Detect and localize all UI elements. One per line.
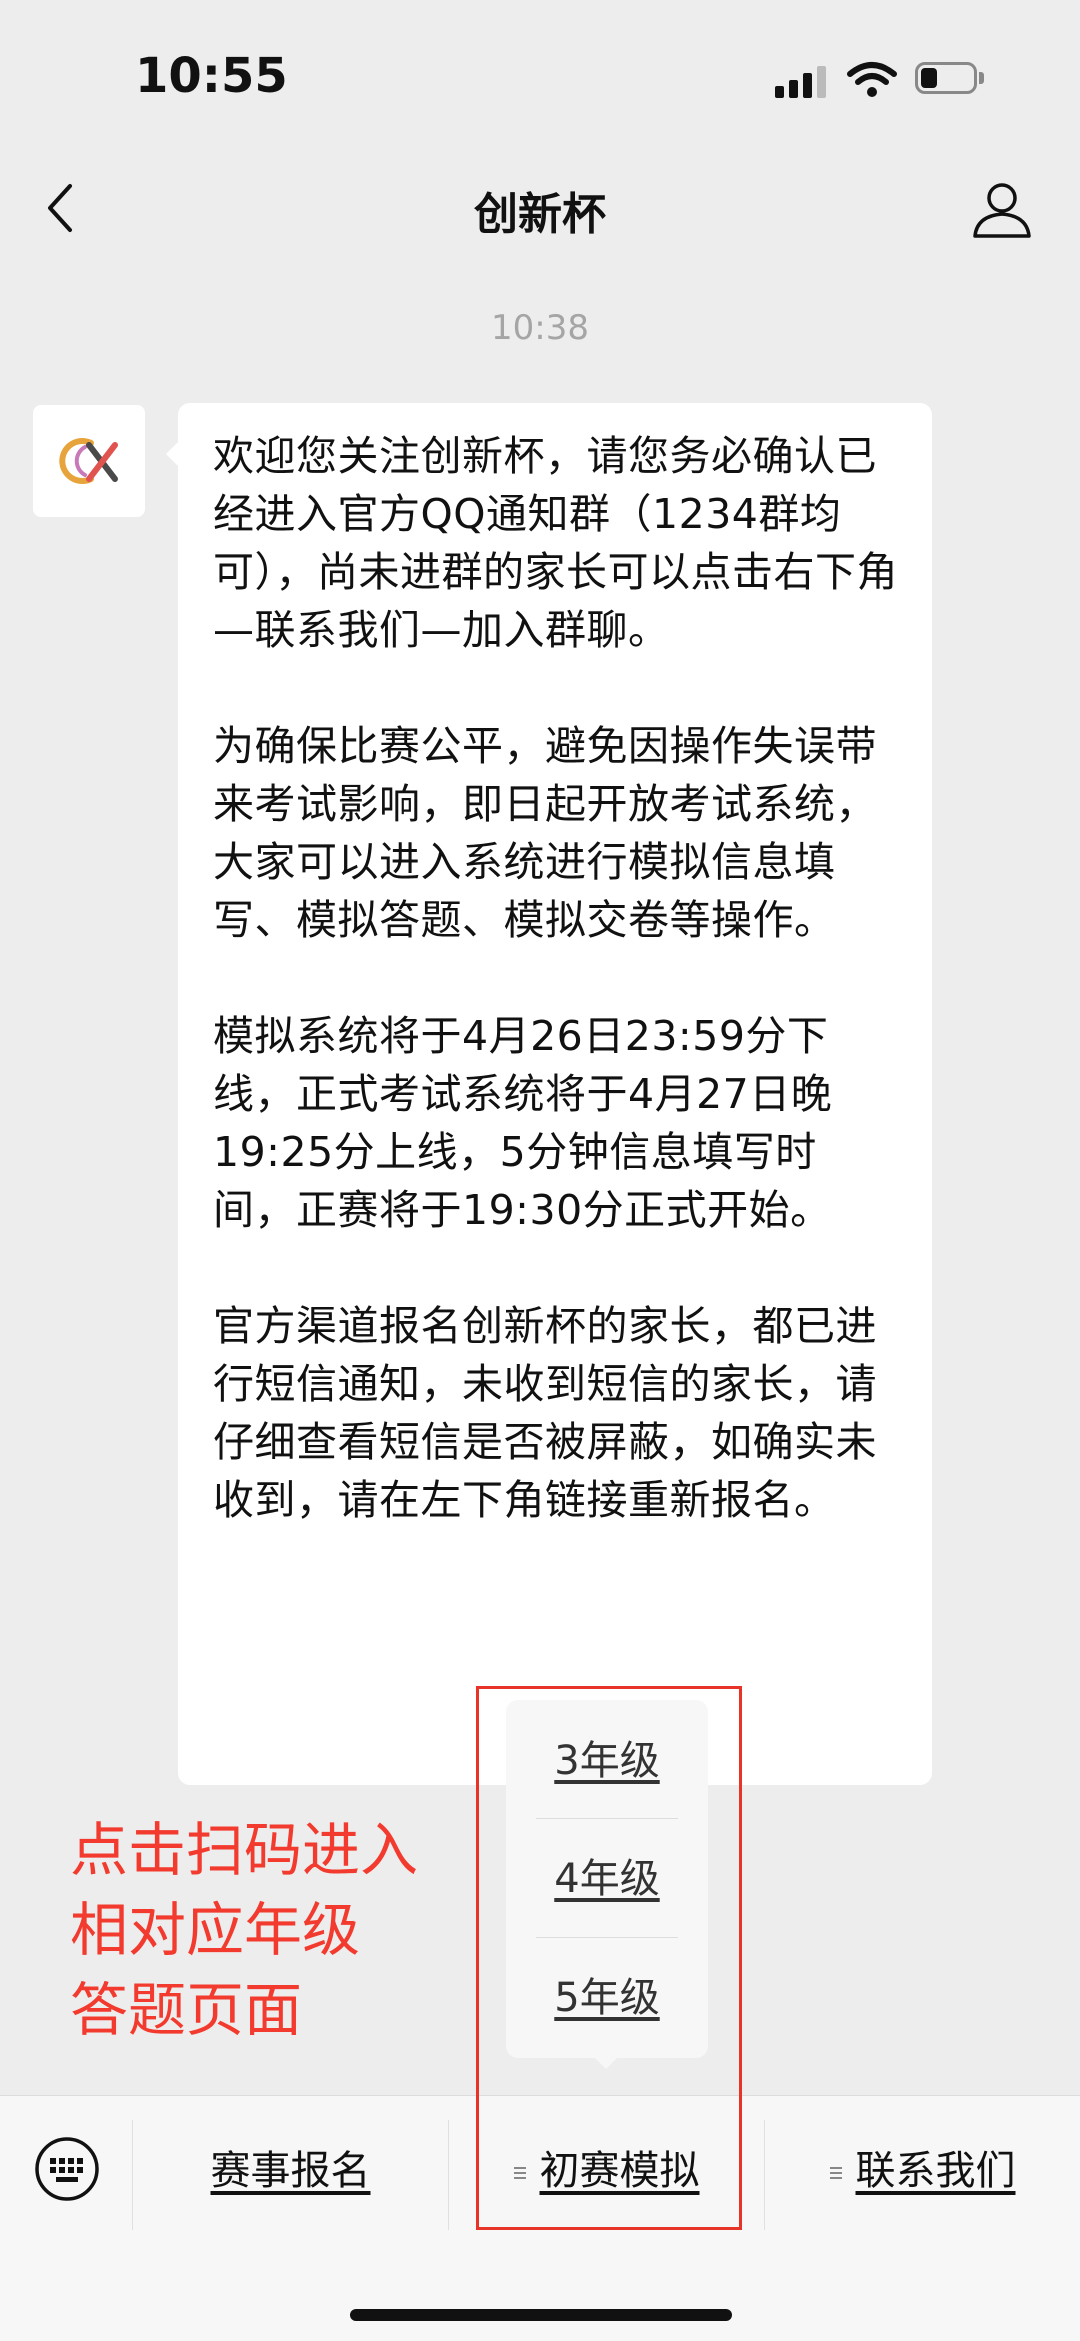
message-paragraph: 为确保比赛公平，避免因操作失误带来考试影响，即日起开放考试系统，大家可以进入系统… bbox=[213, 722, 877, 944]
annotation-text: 点击扫码进入 相对应年级 答题页面 bbox=[70, 1816, 419, 2044]
cellular-signal-icon bbox=[775, 64, 829, 98]
submenu-indicator-icon bbox=[829, 2164, 842, 2182]
highlight-box bbox=[476, 1686, 742, 2230]
menu-item-label: 联系我们 bbox=[855, 2148, 1016, 2194]
message-timestamp: 10:38 bbox=[491, 308, 589, 348]
avatar[interactable] bbox=[33, 405, 145, 517]
menu-item-label: 赛事报名 bbox=[210, 2148, 371, 2194]
status-time: 10:55 bbox=[135, 48, 288, 104]
menu-item-contact-us[interactable]: 联系我们 bbox=[765, 2136, 1080, 2206]
wifi-icon bbox=[847, 62, 897, 97]
message-paragraph: 模拟系统将于4月26日23:59分下线，正式考试系统将于4月27日晚19:25分… bbox=[213, 1012, 833, 1234]
message-bubble: 欢迎您关注创新杯，请您务必确认已经进入官方QQ通知群（1234群均可），尚未进群… bbox=[178, 403, 932, 1785]
home-indicator[interactable] bbox=[350, 2309, 732, 2321]
message-paragraph: 官方渠道报名创新杯的家长，都已进行短信通知，未收到短信的家长，请仔细查看短信是否… bbox=[213, 1302, 877, 1524]
person-icon[interactable] bbox=[970, 180, 1034, 240]
menu-item-registration[interactable]: 赛事报名 bbox=[133, 2136, 448, 2206]
cx-logo-icon bbox=[59, 438, 118, 484]
keyboard-icon[interactable] bbox=[34, 2136, 100, 2202]
page-title: 创新杯 bbox=[474, 189, 606, 240]
message-paragraph: 欢迎您关注创新杯，请您务必确认已经进入官方QQ通知群（1234群均可），尚未进群… bbox=[213, 432, 898, 654]
chat-screen: 10:55 创新杯 10:38 欢迎您关注创新杯，请您务必确认已经进入官方QQ通… bbox=[0, 0, 1080, 2341]
battery-icon bbox=[915, 62, 985, 96]
